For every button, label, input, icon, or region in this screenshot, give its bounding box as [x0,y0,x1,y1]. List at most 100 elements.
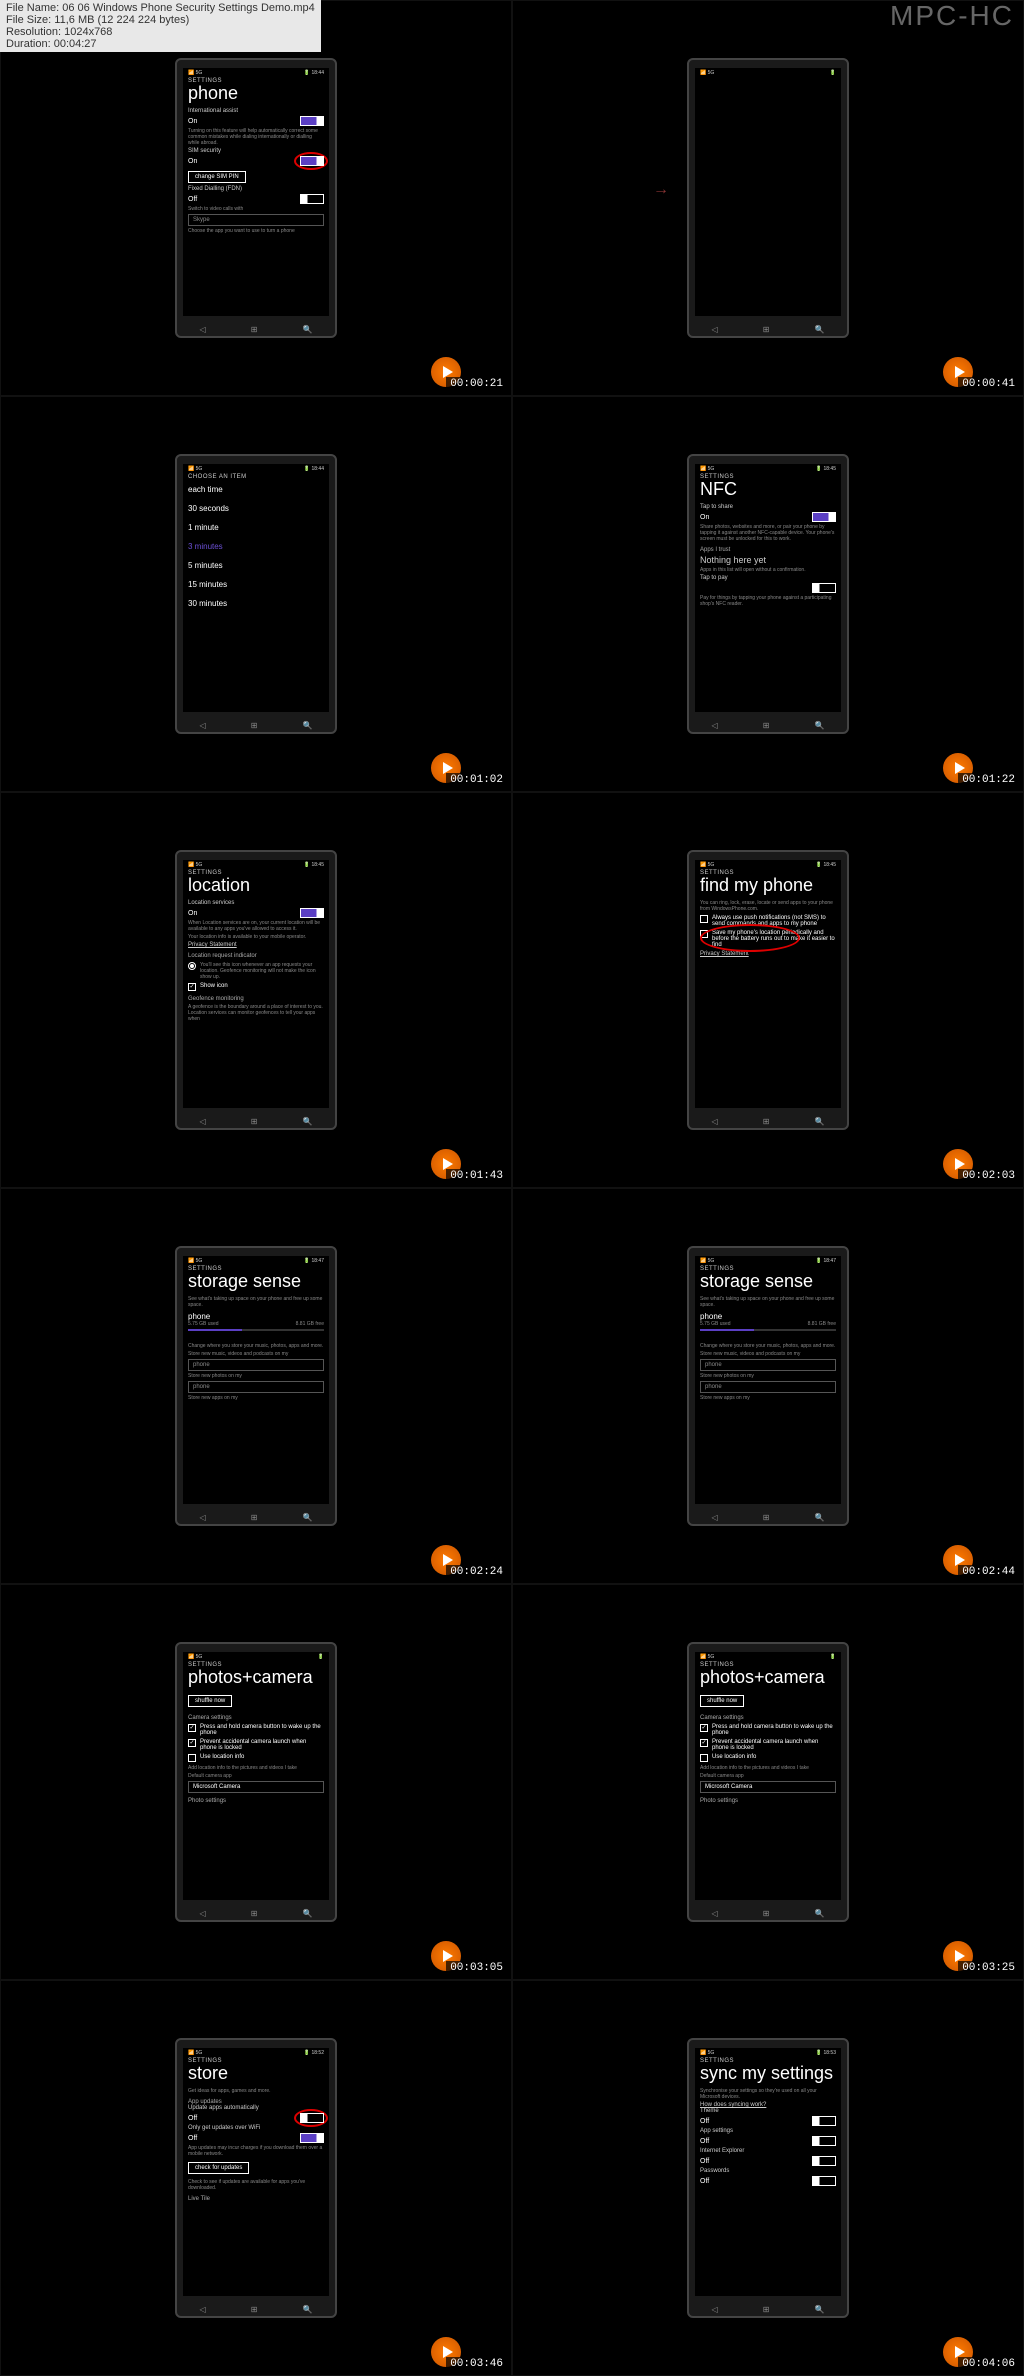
search-icon[interactable]: 🔍 [814,1513,824,1522]
toggle-switch[interactable] [300,2113,324,2123]
home-icon[interactable]: ⊞ [763,1513,770,1522]
checkbox-row[interactable]: Press and hold camera button to wake up … [188,1724,324,1736]
back-icon[interactable]: ◁ [200,721,206,730]
toggle-switch[interactable] [300,194,324,204]
camera-app-dropdown[interactable]: Microsoft Camera [700,1781,836,1793]
home-icon[interactable]: ⊞ [251,325,258,334]
home-icon[interactable]: ⊞ [763,2305,770,2314]
link[interactable]: Privacy Statement [700,951,836,957]
toggle-switch[interactable] [812,2176,836,2186]
phone-nav-bar: ◁ ⊞ 🔍 [689,1906,847,1920]
home-icon[interactable]: ⊞ [763,1117,770,1126]
back-icon[interactable]: ◁ [712,1909,718,1918]
home-icon[interactable]: ⊞ [251,1909,258,1918]
search-icon[interactable]: 🔍 [814,721,824,730]
camera-app-dropdown[interactable]: Microsoft Camera [188,1781,324,1793]
video-thumbnail[interactable]: 📶 5G 🔋 SETTINGS photos+camerashuffle now… [0,1584,512,1980]
link[interactable]: Privacy Statement [188,942,324,948]
storage-dropdown[interactable]: phone [700,1381,836,1393]
toggle-switch[interactable] [300,2133,324,2143]
search-icon[interactable]: 🔍 [814,1909,824,1918]
action-button[interactable]: change SIM PIN [188,171,246,183]
checkbox-row[interactable]: Prevent accidental camera launch when ph… [700,1739,836,1751]
toggle-switch[interactable] [300,908,324,918]
video-thumbnail[interactable]: 📶 5G 🔋 18:45 SETTINGS NFCTap to share On… [512,396,1024,792]
home-icon[interactable]: ⊞ [763,721,770,730]
home-icon[interactable]: ⊞ [763,325,770,334]
shuffle-button[interactable]: shuffle now [700,1695,744,1707]
search-icon[interactable]: 🔍 [302,1117,312,1126]
list-item[interactable]: 3 minutes [188,537,324,556]
storage-dropdown[interactable]: phone [700,1359,836,1371]
storage-dropdown[interactable]: phone [188,1359,324,1371]
video-thumbnail[interactable]: → 📶 5G 🔋 ◁ ⊞ 🔍 00:00:41 [512,0,1024,396]
phone-screen: 📶 5G 🔋 18:45 SETTINGS locationLocation s… [183,860,329,1108]
toggle-switch[interactable] [812,583,836,593]
video-thumbnail[interactable]: 📶 5G 🔋 18:45 SETTINGS locationLocation s… [0,792,512,1188]
home-icon[interactable]: ⊞ [251,721,258,730]
signal-icon: 📶 5G [188,862,202,868]
list-item[interactable]: 30 seconds [188,499,324,518]
status-bar: 📶 5G 🔋 18:52 [188,2050,324,2056]
checkbox-row[interactable]: Show icon [188,983,324,991]
back-icon[interactable]: ◁ [200,1513,206,1522]
toggle-switch[interactable] [300,116,324,126]
back-icon[interactable]: ◁ [712,721,718,730]
video-thumbnail[interactable]: 📶 5G 🔋 18:47 SETTINGS storage senseSee w… [0,1188,512,1584]
phone-screen: 📶 5G 🔋 18:47 SETTINGS storage senseSee w… [695,1256,841,1504]
home-icon[interactable]: ⊞ [251,2305,258,2314]
toggle-switch[interactable] [812,2136,836,2146]
list-item[interactable]: 15 minutes [188,575,324,594]
checkbox-row[interactable]: Save my phone's location periodically an… [700,930,836,948]
list-item[interactable]: each time [188,480,324,499]
toggle-switch[interactable] [812,2116,836,2126]
search-icon[interactable]: 🔍 [814,1117,824,1126]
video-thumbnail[interactable]: 📶 5G 🔋 18:52 SETTINGS storeGet ideas for… [0,1980,512,2376]
home-icon[interactable]: ⊞ [251,1513,258,1522]
radio-row[interactable]: You'll see this icon whenever an app req… [188,962,324,980]
checkbox-row[interactable]: Prevent accidental camera launch when ph… [188,1739,324,1751]
action-button[interactable]: check for updates [188,2162,249,2174]
back-icon[interactable]: ◁ [200,1909,206,1918]
search-icon[interactable]: 🔍 [302,1909,312,1918]
toggle-switch[interactable] [300,156,324,166]
status-bar: 📶 5G 🔋 18:44 [188,70,324,76]
list-item[interactable]: 30 minutes [188,594,324,613]
video-thumbnail[interactable]: 📶 5G 🔋 18:44 SETTINGS phoneInternational… [0,0,512,396]
back-icon[interactable]: ◁ [712,2305,718,2314]
toggle-switch[interactable] [812,2156,836,2166]
phone-frame: 📶 5G 🔋 18:47 SETTINGS storage senseSee w… [175,1246,337,1526]
back-icon[interactable]: ◁ [712,1117,718,1126]
video-thumbnail[interactable]: 📶 5G 🔋 SETTINGS photos+camerashuffle now… [512,1584,1024,1980]
phone-screen: 📶 5G 🔋 18:45 SETTINGS NFCTap to share On… [695,464,841,712]
shuffle-button[interactable]: shuffle now [188,1695,232,1707]
search-icon[interactable]: 🔍 [814,2305,824,2314]
back-icon[interactable]: ◁ [200,1117,206,1126]
search-icon[interactable]: 🔍 [302,1513,312,1522]
video-thumbnail[interactable]: 📶 5G 🔋 18:47 SETTINGS storage senseSee w… [512,1188,1024,1584]
search-icon[interactable]: 🔍 [814,325,824,334]
toggle-switch[interactable] [812,512,836,522]
back-icon[interactable]: ◁ [200,2305,206,2314]
checkbox-row[interactable]: Use location info [700,1754,836,1762]
storage-dropdown[interactable]: phone [188,1381,324,1393]
signal-icon: 📶 5G [188,70,202,76]
video-thumbnail[interactable]: 📶 5G 🔋 18:45 SETTINGS find my phoneYou c… [512,792,1024,1188]
checkbox-row[interactable]: Always use push notifications (not SMS) … [700,915,836,927]
home-icon[interactable]: ⊞ [251,1117,258,1126]
search-icon[interactable]: 🔍 [302,325,312,334]
search-icon[interactable]: 🔍 [302,2305,312,2314]
back-icon[interactable]: ◁ [712,1513,718,1522]
list-item[interactable]: 5 minutes [188,556,324,575]
back-icon[interactable]: ◁ [712,325,718,334]
search-icon[interactable]: 🔍 [302,721,312,730]
video-thumbnail[interactable]: 📶 5G 🔋 18:53 SETTINGS sync my settingsSy… [512,1980,1024,2376]
video-thumbnail[interactable]: 📶 5G 🔋 18:44 CHOOSE AN ITEMeach time30 s… [0,396,512,792]
checkbox-row[interactable]: Press and hold camera button to wake up … [700,1724,836,1736]
dropdown-input[interactable]: Skype [188,214,324,226]
checkbox-row[interactable]: Use location info [188,1754,324,1762]
home-icon[interactable]: ⊞ [763,1909,770,1918]
list-item[interactable]: 1 minute [188,518,324,537]
clock: 🔋 18:45 [816,862,836,868]
back-icon[interactable]: ◁ [200,325,206,334]
